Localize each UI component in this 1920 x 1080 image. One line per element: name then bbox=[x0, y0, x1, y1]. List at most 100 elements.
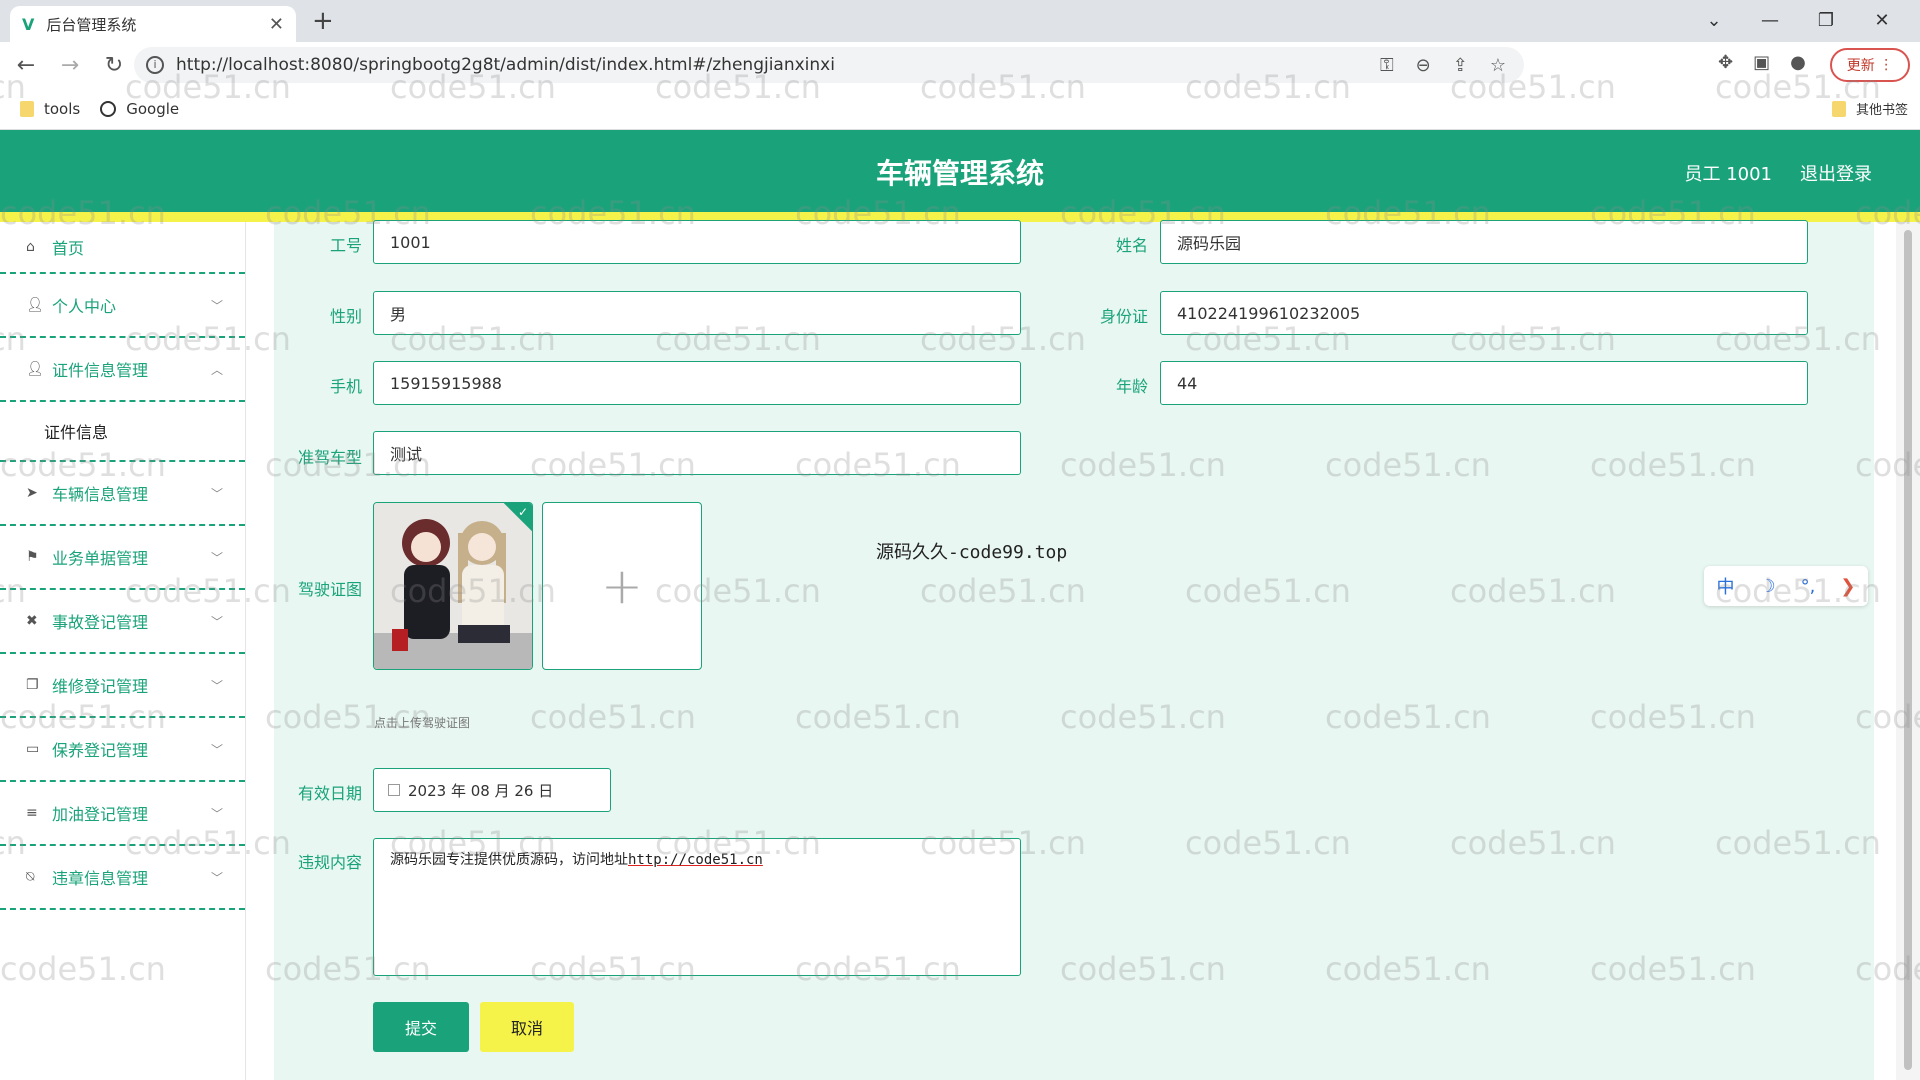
check-icon: ✓ bbox=[517, 505, 528, 519]
sidebar-item-maintenance[interactable]: ▭ 保养登记管理 ﹀ bbox=[0, 718, 245, 782]
label-shenfenzheng: 身份证 bbox=[1099, 307, 1148, 326]
minimize-icon[interactable]: — bbox=[1742, 10, 1798, 31]
extensions-icon[interactable]: ✥ bbox=[1718, 52, 1733, 73]
forward-icon[interactable]: → bbox=[52, 53, 88, 78]
page-scrollbar[interactable] bbox=[1896, 222, 1920, 1080]
current-user: 员工 1001 bbox=[1684, 164, 1772, 185]
other-bookmarks-label: 其他书签 bbox=[1855, 103, 1908, 118]
bookmark-label: Google bbox=[126, 99, 180, 118]
sidebar-item-label: 事故登记管理 bbox=[52, 613, 149, 632]
xingbie-input[interactable]: 男 bbox=[373, 291, 1021, 335]
sidebar-item-label: 违章信息管理 bbox=[52, 869, 149, 888]
reload-icon[interactable]: ↻ bbox=[96, 53, 132, 78]
close-tab-icon[interactable]: ✕ bbox=[269, 14, 284, 35]
url-actions: ⚿ ⊖ ⇪ ☆ bbox=[1380, 55, 1524, 76]
youxiaoriqi-date-input[interactable]: 2023 年 08 月 26 日 bbox=[373, 768, 611, 812]
label-weigui: 违规内容 bbox=[297, 853, 362, 872]
label-shouji: 手机 bbox=[329, 377, 362, 396]
list-icon: ≡ bbox=[26, 805, 38, 821]
sidebar-item-home[interactable]: ⌂ 首页 bbox=[0, 222, 245, 274]
nianling-input[interactable]: 44 bbox=[1160, 361, 1808, 405]
zhunjia-input[interactable]: 测试 bbox=[373, 431, 1021, 475]
chevron-down-icon: ﹀ bbox=[210, 742, 223, 757]
sidebar-subitem-certificate-info[interactable]: 证件信息 bbox=[0, 402, 245, 462]
close-window-icon[interactable]: ✕ bbox=[1854, 10, 1910, 31]
bookmark-tools[interactable]: tools bbox=[20, 100, 80, 118]
bookmark-label: tools bbox=[44, 99, 81, 118]
license-image-thumbnail[interactable]: ✓ bbox=[373, 502, 533, 670]
flag-icon: ⚑ bbox=[26, 549, 39, 565]
browser-tab-bar: V 后台管理系统 ✕ + ⌄ — ❐ ✕ bbox=[0, 0, 1920, 42]
new-tab-button[interactable]: + bbox=[312, 6, 334, 36]
key-icon[interactable]: ⚿ bbox=[1380, 55, 1394, 76]
site-info-icon[interactable]: i bbox=[146, 56, 164, 74]
other-bookmarks[interactable]: 其他书签 bbox=[1831, 99, 1908, 118]
sidebar: ⌂ 首页 👤︎ 个人中心 ﹀ 👤︎ 证件信息管理 ︿ 证件信息 ➤ 车辆信息管理… bbox=[0, 222, 246, 1080]
submit-button[interactable]: 提交 bbox=[373, 1002, 469, 1052]
sidebar-item-fuel[interactable]: ≡ 加油登记管理 ﹀ bbox=[0, 782, 245, 846]
update-label: 更新 bbox=[1846, 58, 1875, 74]
cancel-button[interactable]: 取消 bbox=[480, 1002, 574, 1052]
back-icon[interactable]: ← bbox=[8, 53, 44, 78]
bell-off-icon: ⍉ bbox=[26, 869, 35, 885]
shenfenzheng-input[interactable]: 410224199610232005 bbox=[1160, 291, 1808, 335]
chevron-down-icon: ﹀ bbox=[210, 806, 223, 821]
upload-tip: 点击上传驾驶证图 bbox=[374, 716, 471, 730]
sidebar-item-label: 维修登记管理 bbox=[52, 677, 149, 696]
label-xingbie: 性别 bbox=[329, 307, 362, 326]
chevron-down-icon: ﹀ bbox=[210, 870, 223, 885]
url-field[interactable]: i http://localhost:8080/springbootg2g8t/… bbox=[134, 47, 1524, 83]
overlay-watermark-text: 源码久久-code99.top bbox=[876, 542, 1068, 563]
sidebar-item-label: 个人中心 bbox=[52, 297, 117, 316]
punctuation-icon[interactable]: °, bbox=[1801, 576, 1816, 597]
tab-search-icon[interactable]: ⌄ bbox=[1686, 10, 1742, 31]
address-bar: ← → ↻ i http://localhost:8080/springboot… bbox=[0, 42, 1920, 88]
gonghao-input[interactable]: 1001 bbox=[373, 220, 1021, 264]
user-icon: 👤︎ bbox=[26, 361, 44, 377]
label-zhunjia: 准驾车型 bbox=[297, 448, 362, 467]
bookmark-google[interactable]: Google bbox=[100, 100, 179, 118]
xingming-input[interactable]: 源码乐园 bbox=[1160, 220, 1808, 264]
extension-icons: ✥ ▣ ● bbox=[1718, 52, 1806, 73]
label-youxiaoriqi: 有效日期 bbox=[297, 784, 362, 803]
sidebar-item-label: 加油登记管理 bbox=[52, 805, 149, 824]
label-gonghao: 工号 bbox=[329, 236, 362, 255]
logout-link[interactable]: 退出登录 bbox=[1800, 160, 1872, 186]
sidebar-item-repairs[interactable]: ❐ 维修登记管理 ﹀ bbox=[0, 654, 245, 718]
chevron-right-icon[interactable]: ❯ bbox=[1840, 576, 1855, 597]
upload-add-button[interactable]: + bbox=[542, 502, 702, 670]
sidebar-item-accidents[interactable]: ✖ 事故登记管理 ﹀ bbox=[0, 590, 245, 654]
home-icon: ⌂ bbox=[26, 239, 35, 255]
profile-icon[interactable]: ● bbox=[1790, 52, 1806, 73]
sidebar-item-label: 业务单据管理 bbox=[52, 549, 149, 568]
sidebar-item-violations[interactable]: ⍉ 违章信息管理 ﹀ bbox=[0, 846, 245, 910]
label-nianling: 年龄 bbox=[1115, 377, 1148, 396]
update-button[interactable]: 更新 ⋮ bbox=[1830, 48, 1910, 82]
share-icon[interactable]: ⇪ bbox=[1453, 55, 1468, 76]
maximize-icon[interactable]: ❐ bbox=[1798, 10, 1854, 31]
side-panel-icon[interactable]: ▣ bbox=[1753, 52, 1770, 73]
textarea-link: http://code51.cn bbox=[628, 852, 763, 868]
ime-toolbar[interactable]: 中 ☽ °, ❯ bbox=[1704, 566, 1868, 606]
moon-icon[interactable]: ☽ bbox=[1760, 576, 1776, 597]
label-xingming: 姓名 bbox=[1115, 236, 1148, 255]
ime-language-icon[interactable]: 中 bbox=[1717, 573, 1735, 599]
scrollbar-thumb[interactable] bbox=[1904, 230, 1912, 1070]
header-user-area: 员工 1001 退出登录 bbox=[1684, 160, 1872, 186]
url-text: http://localhost:8080/springbootg2g8t/ad… bbox=[176, 55, 835, 75]
sidebar-item-vehicles[interactable]: ➤ 车辆信息管理 ﹀ bbox=[0, 462, 245, 526]
app-header: 车辆管理系统 员工 1001 退出登录 bbox=[0, 130, 1920, 212]
chevron-down-icon: ﹀ bbox=[210, 298, 223, 313]
sidebar-item-profile[interactable]: 👤︎ 个人中心 ﹀ bbox=[0, 274, 245, 338]
weigui-textarea[interactable]: 源码乐园专注提供优质源码，访问地址http://code51.cn bbox=[373, 838, 1021, 976]
sidebar-item-certificates[interactable]: 👤︎ 证件信息管理 ︿ bbox=[0, 338, 245, 402]
chevron-down-icon: ﹀ bbox=[210, 614, 223, 629]
sidebar-item-label: 车辆信息管理 bbox=[52, 485, 149, 504]
shouji-input[interactable]: 15915915988 bbox=[373, 361, 1021, 405]
sidebar-item-label: 首页 bbox=[52, 239, 85, 258]
zoom-icon[interactable]: ⊖ bbox=[1416, 55, 1431, 76]
star-icon[interactable]: ☆ bbox=[1490, 55, 1506, 76]
browser-tab[interactable]: V 后台管理系统 ✕ bbox=[10, 6, 296, 42]
globe-icon bbox=[100, 100, 117, 117]
sidebar-item-documents[interactable]: ⚑ 业务单据管理 ﹀ bbox=[0, 526, 245, 590]
